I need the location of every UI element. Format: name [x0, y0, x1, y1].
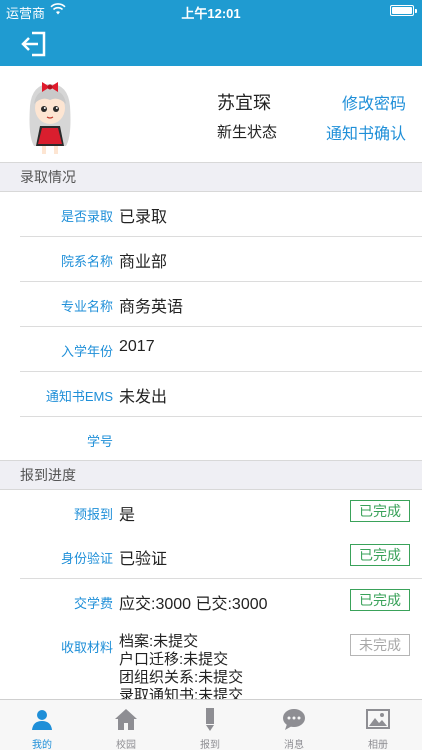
materials-item: 档案:未提交 — [119, 633, 199, 650]
tab-messages[interactable]: 消息 — [252, 700, 336, 750]
row-value: 2017 — [119, 338, 155, 355]
clock: 上午12:01 — [181, 6, 241, 21]
admission-row-major: 专业名称 商务英语 — [0, 282, 422, 327]
row-label: 院系名称 — [60, 254, 113, 269]
tab-label: 消息 — [284, 740, 304, 750]
exit-icon — [21, 31, 46, 57]
student-name: 苏宜琛 — [217, 93, 271, 113]
chat-bubble-icon — [283, 709, 305, 730]
row-value: 应交:3000 已交:3000 — [119, 596, 268, 613]
status-bar: 运营商 上午12:01 — [0, 0, 422, 22]
row-label: 收取材料 — [60, 640, 113, 655]
admission-row-department: 院系名称 商业部 — [0, 237, 422, 282]
photo-icon — [366, 709, 390, 729]
row-value: 已录取 — [119, 209, 168, 226]
admission-section-header: 录取情况 — [0, 162, 422, 192]
tab-register[interactable]: 报到 — [168, 700, 252, 750]
nav-bar — [0, 22, 422, 66]
row-label: 专业名称 — [60, 299, 113, 314]
status-badge: 已完成 — [350, 589, 410, 611]
progress-row-preregister: 预报到 是 已完成 — [0, 490, 422, 535]
status-badge: 未完成 — [350, 634, 410, 656]
notice-confirm-link[interactable]: 通知书确认 — [326, 120, 406, 144]
avatar — [29, 82, 71, 154]
materials-list: 档案:未提交 户口迁移:未提交 团组织关系:未提交 录取通知书:未提交 — [119, 633, 243, 699]
row-label: 通知书EMS — [45, 389, 113, 404]
tab-label: 校园 — [116, 740, 136, 750]
person-icon — [32, 710, 52, 730]
materials-item: 录取通知书:未提交 — [119, 687, 244, 699]
progress-row-identity: 身份验证 已验证 已完成 — [0, 534, 422, 579]
row-label: 学号 — [86, 434, 113, 449]
tab-bar: 我的 校园 报到 消息 相册 — [0, 699, 422, 750]
admission-row-ems: 通知书EMS 未发出 — [0, 372, 422, 417]
progress-row-materials: 收取材料 档案:未提交 户口迁移:未提交 团组织关系:未提交 录取通知书:未提交… — [0, 623, 422, 699]
status-badge: 已完成 — [350, 500, 410, 522]
row-label: 交学费 — [73, 596, 113, 611]
house-icon — [115, 709, 137, 730]
row-value: 是 — [119, 507, 136, 524]
tab-mine[interactable]: 我的 — [0, 700, 84, 750]
battery-icon — [390, 5, 417, 16]
admission-row-admitted: 是否录取 已录取 — [0, 192, 422, 237]
progress-row-tuition: 交学费 应交:3000 已交:3000 已完成 — [0, 579, 422, 624]
row-label: 预报到 — [73, 507, 113, 522]
row-label: 是否录取 — [60, 209, 113, 224]
materials-item: 户口迁移:未提交 — [119, 651, 229, 668]
materials-item: 团组织关系:未提交 — [119, 669, 244, 686]
row-value: 商务英语 — [119, 299, 184, 316]
row-value: 商业部 — [119, 254, 168, 271]
row-value: 未发出 — [119, 389, 168, 406]
progress-section-header: 报到进度 — [0, 460, 422, 490]
row-value: 已验证 — [119, 551, 168, 568]
row-label: 身份验证 — [60, 551, 113, 566]
status-badge: 已完成 — [350, 544, 410, 566]
row-label: 入学年份 — [60, 344, 113, 359]
logout-button[interactable] — [18, 30, 50, 58]
tab-campus[interactable]: 校园 — [84, 700, 168, 750]
student-status-label: 新生状态 — [217, 124, 278, 141]
admission-row-student-id: 学号 — [0, 417, 422, 462]
profile-card: 苏宜琛 新生状态 修改密码 通知书确认 — [0, 66, 422, 162]
pencil-icon — [206, 708, 214, 731]
change-password-link[interactable]: 修改密码 — [342, 90, 406, 114]
tab-album[interactable]: 相册 — [336, 700, 420, 750]
tab-label: 相册 — [368, 740, 388, 750]
admission-row-year: 入学年份 2017 — [0, 327, 422, 372]
tab-label: 报到 — [200, 740, 220, 750]
tab-label: 我的 — [32, 740, 52, 750]
